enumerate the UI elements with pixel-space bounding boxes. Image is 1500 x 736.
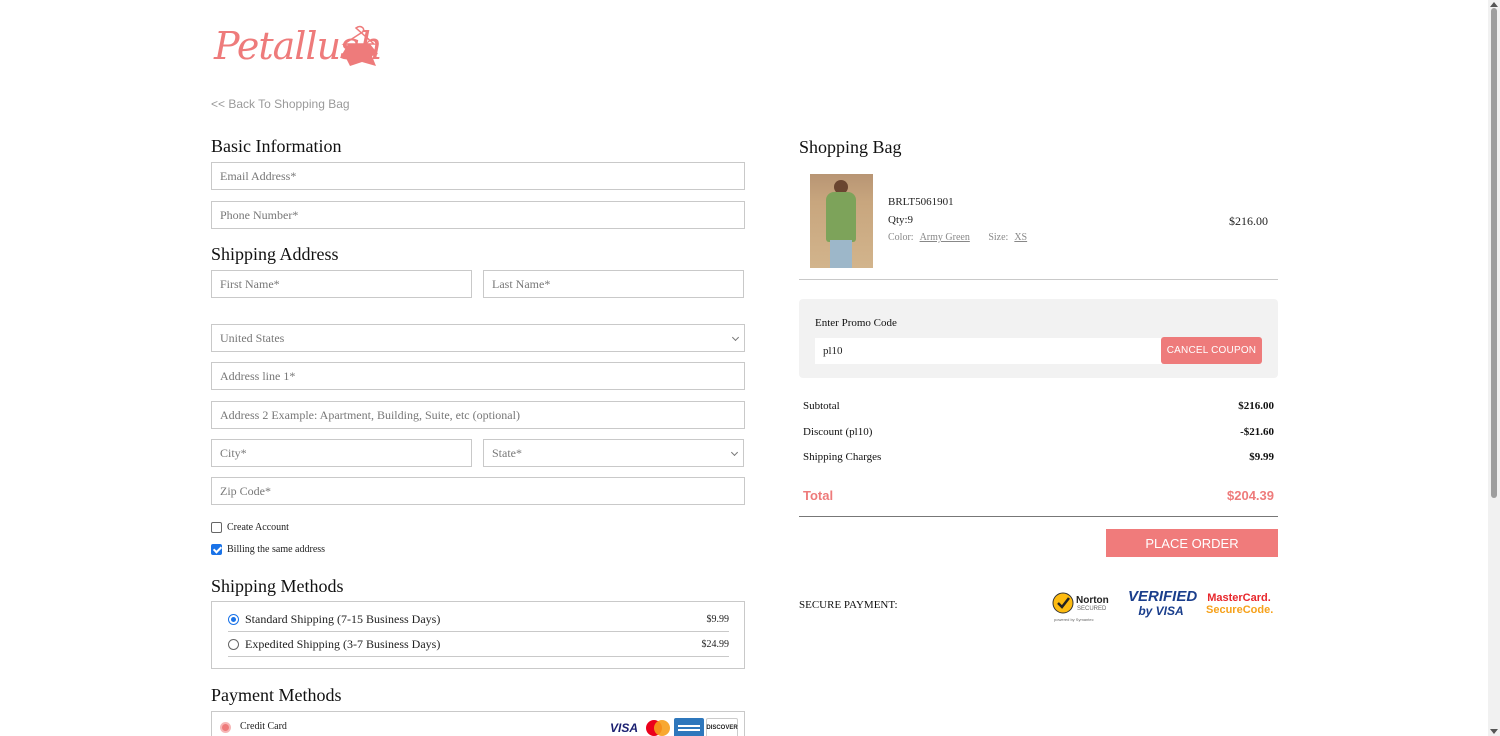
first-name-field[interactable]: First Name* [211,270,472,298]
billing-same-label: Billing the same address [227,544,326,555]
total-label: Total [803,488,834,503]
bag-divider [799,279,1278,280]
product-image[interactable] [810,174,873,268]
page-scrollbar[interactable] [1488,0,1500,736]
subtotal-label: Subtotal [803,400,840,412]
norton-check-icon [1052,592,1074,614]
payment-methods-title: Payment Methods [211,685,342,705]
phone-field[interactable]: Phone Number* [211,201,745,229]
norton-secured-badge: Norton SECURED powered by Symantec [1052,589,1114,625]
norton-text: Norton [1076,595,1109,606]
scrollbar-thumb[interactable] [1491,8,1497,498]
color-label: Color: [888,232,914,243]
verified-by-visa-badge: VERIFIED by VISA [1128,588,1198,625]
address1-field[interactable]: Address line 1* [211,362,745,390]
shipping-option-standard[interactable]: Standard Shipping (7-15 Business Days) $… [228,608,729,632]
first-name-placeholder: First Name* [220,276,280,291]
shopping-bag-title: Shopping Bag [799,137,902,157]
last-name-field[interactable]: Last Name* [483,270,744,298]
promo-value: pl10 [823,345,843,357]
credit-card-label: Credit Card [240,721,287,732]
discover-icon: DISCOVER [706,718,738,736]
state-select[interactable]: State* [483,439,744,467]
country-select[interactable]: United States [211,324,745,352]
cancel-coupon-button[interactable]: CANCEL COUPON [1161,337,1262,364]
secure-payment-label: SECURE PAYMENT: [799,599,898,611]
verified-line2: by VISA [1138,604,1184,618]
shipping-address-title: Shipping Address [211,244,339,264]
color-value[interactable]: Army Green [920,232,970,243]
address2-field[interactable]: Address 2 Example: Apartment, Building, … [211,401,745,429]
expedited-label: Expedited Shipping (3-7 Business Days) [245,637,441,651]
mc-line2: SecureCode. [1206,604,1274,616]
scroll-down-icon[interactable] [1490,729,1498,734]
brand-logo[interactable]: Petallush [214,22,384,72]
norton-sub: SECURED [1077,606,1107,612]
place-order-button[interactable]: PLACE ORDER [1106,529,1278,557]
american-express-icon [674,718,704,736]
hanger-dress-icon [340,25,378,66]
zip-placeholder: Zip Code* [220,483,271,498]
back-to-bag-link[interactable]: << Back To Shopping Bag [211,97,350,111]
last-name-placeholder: Last Name* [492,276,551,291]
payment-option-credit-card[interactable]: Credit Card VISA DISCOVER [211,711,745,736]
expedited-price: $24.99 [701,639,730,650]
billing-same-checkbox[interactable] [211,544,222,555]
country-value: United States [220,330,285,345]
shipping-methods-box: Standard Shipping (7-15 Business Days) $… [211,601,745,669]
visa-icon: VISA [609,721,638,735]
product-attributes: Color: Army Green Size: XS [888,232,1043,243]
mastercard-icon [644,718,672,736]
subtotal-value: $216.00 [1238,400,1274,412]
credit-card-radio[interactable] [220,722,231,733]
norton-powered: powered by Symantec [1054,617,1094,622]
shipping-charges-value: $9.99 [1249,451,1274,463]
product-qty: Qty:9 [888,214,914,226]
standard-label: Standard Shipping (7-15 Business Days) [245,612,441,626]
zip-field[interactable]: Zip Code* [211,477,745,505]
state-value: State* [492,445,522,460]
scroll-up-icon[interactable] [1490,2,1498,7]
promo-box: Enter Promo Code pl10 CANCEL COUPON [799,299,1278,378]
total-divider [799,516,1278,517]
standard-radio[interactable] [228,614,239,625]
basic-info-title: Basic Information [211,136,342,156]
create-account-label: Create Account [227,522,289,533]
create-account-checkbox[interactable] [211,522,222,533]
phone-placeholder: Phone Number* [220,207,299,222]
discount-row: Discount (pl10) -$21.60 [803,426,1274,438]
promo-input[interactable]: pl10 [815,338,1162,364]
size-label: Size: [988,232,1009,243]
shipping-charges-row: Shipping Charges $9.99 [803,451,1274,463]
verified-line1: VERIFIED [1128,588,1198,605]
create-account-row[interactable]: Create Account [211,522,289,533]
product-sku: BRLT5061901 [888,196,954,208]
address1-placeholder: Address line 1* [220,368,296,383]
shipping-option-expedited[interactable]: Expedited Shipping (3-7 Business Days) $… [228,633,729,657]
city-field[interactable]: City* [211,439,472,467]
mc-line1: MasterCard. [1207,592,1271,604]
subtotal-row: Subtotal $216.00 [803,400,1274,412]
email-placeholder: Email Address* [220,168,297,183]
size-value[interactable]: XS [1014,232,1027,243]
discount-label: Discount (pl10) [803,426,873,438]
city-placeholder: City* [220,445,247,460]
shipping-methods-title: Shipping Methods [211,576,344,596]
standard-price: $9.99 [706,614,730,625]
address2-placeholder: Address 2 Example: Apartment, Building, … [220,407,520,422]
total-row: Total $204.39 [803,488,1274,503]
mastercard-securecode-badge: MasterCard. SecureCode. [1206,592,1274,622]
total-value: $204.39 [1227,488,1274,503]
billing-same-row[interactable]: Billing the same address [211,544,325,555]
discount-value: -$21.60 [1240,426,1274,438]
email-field[interactable]: Email Address* [211,162,745,190]
shipping-charges-label: Shipping Charges [803,451,882,463]
promo-label: Enter Promo Code [815,317,897,329]
product-price: $216.00 [1229,214,1268,228]
expedited-radio[interactable] [228,639,239,650]
